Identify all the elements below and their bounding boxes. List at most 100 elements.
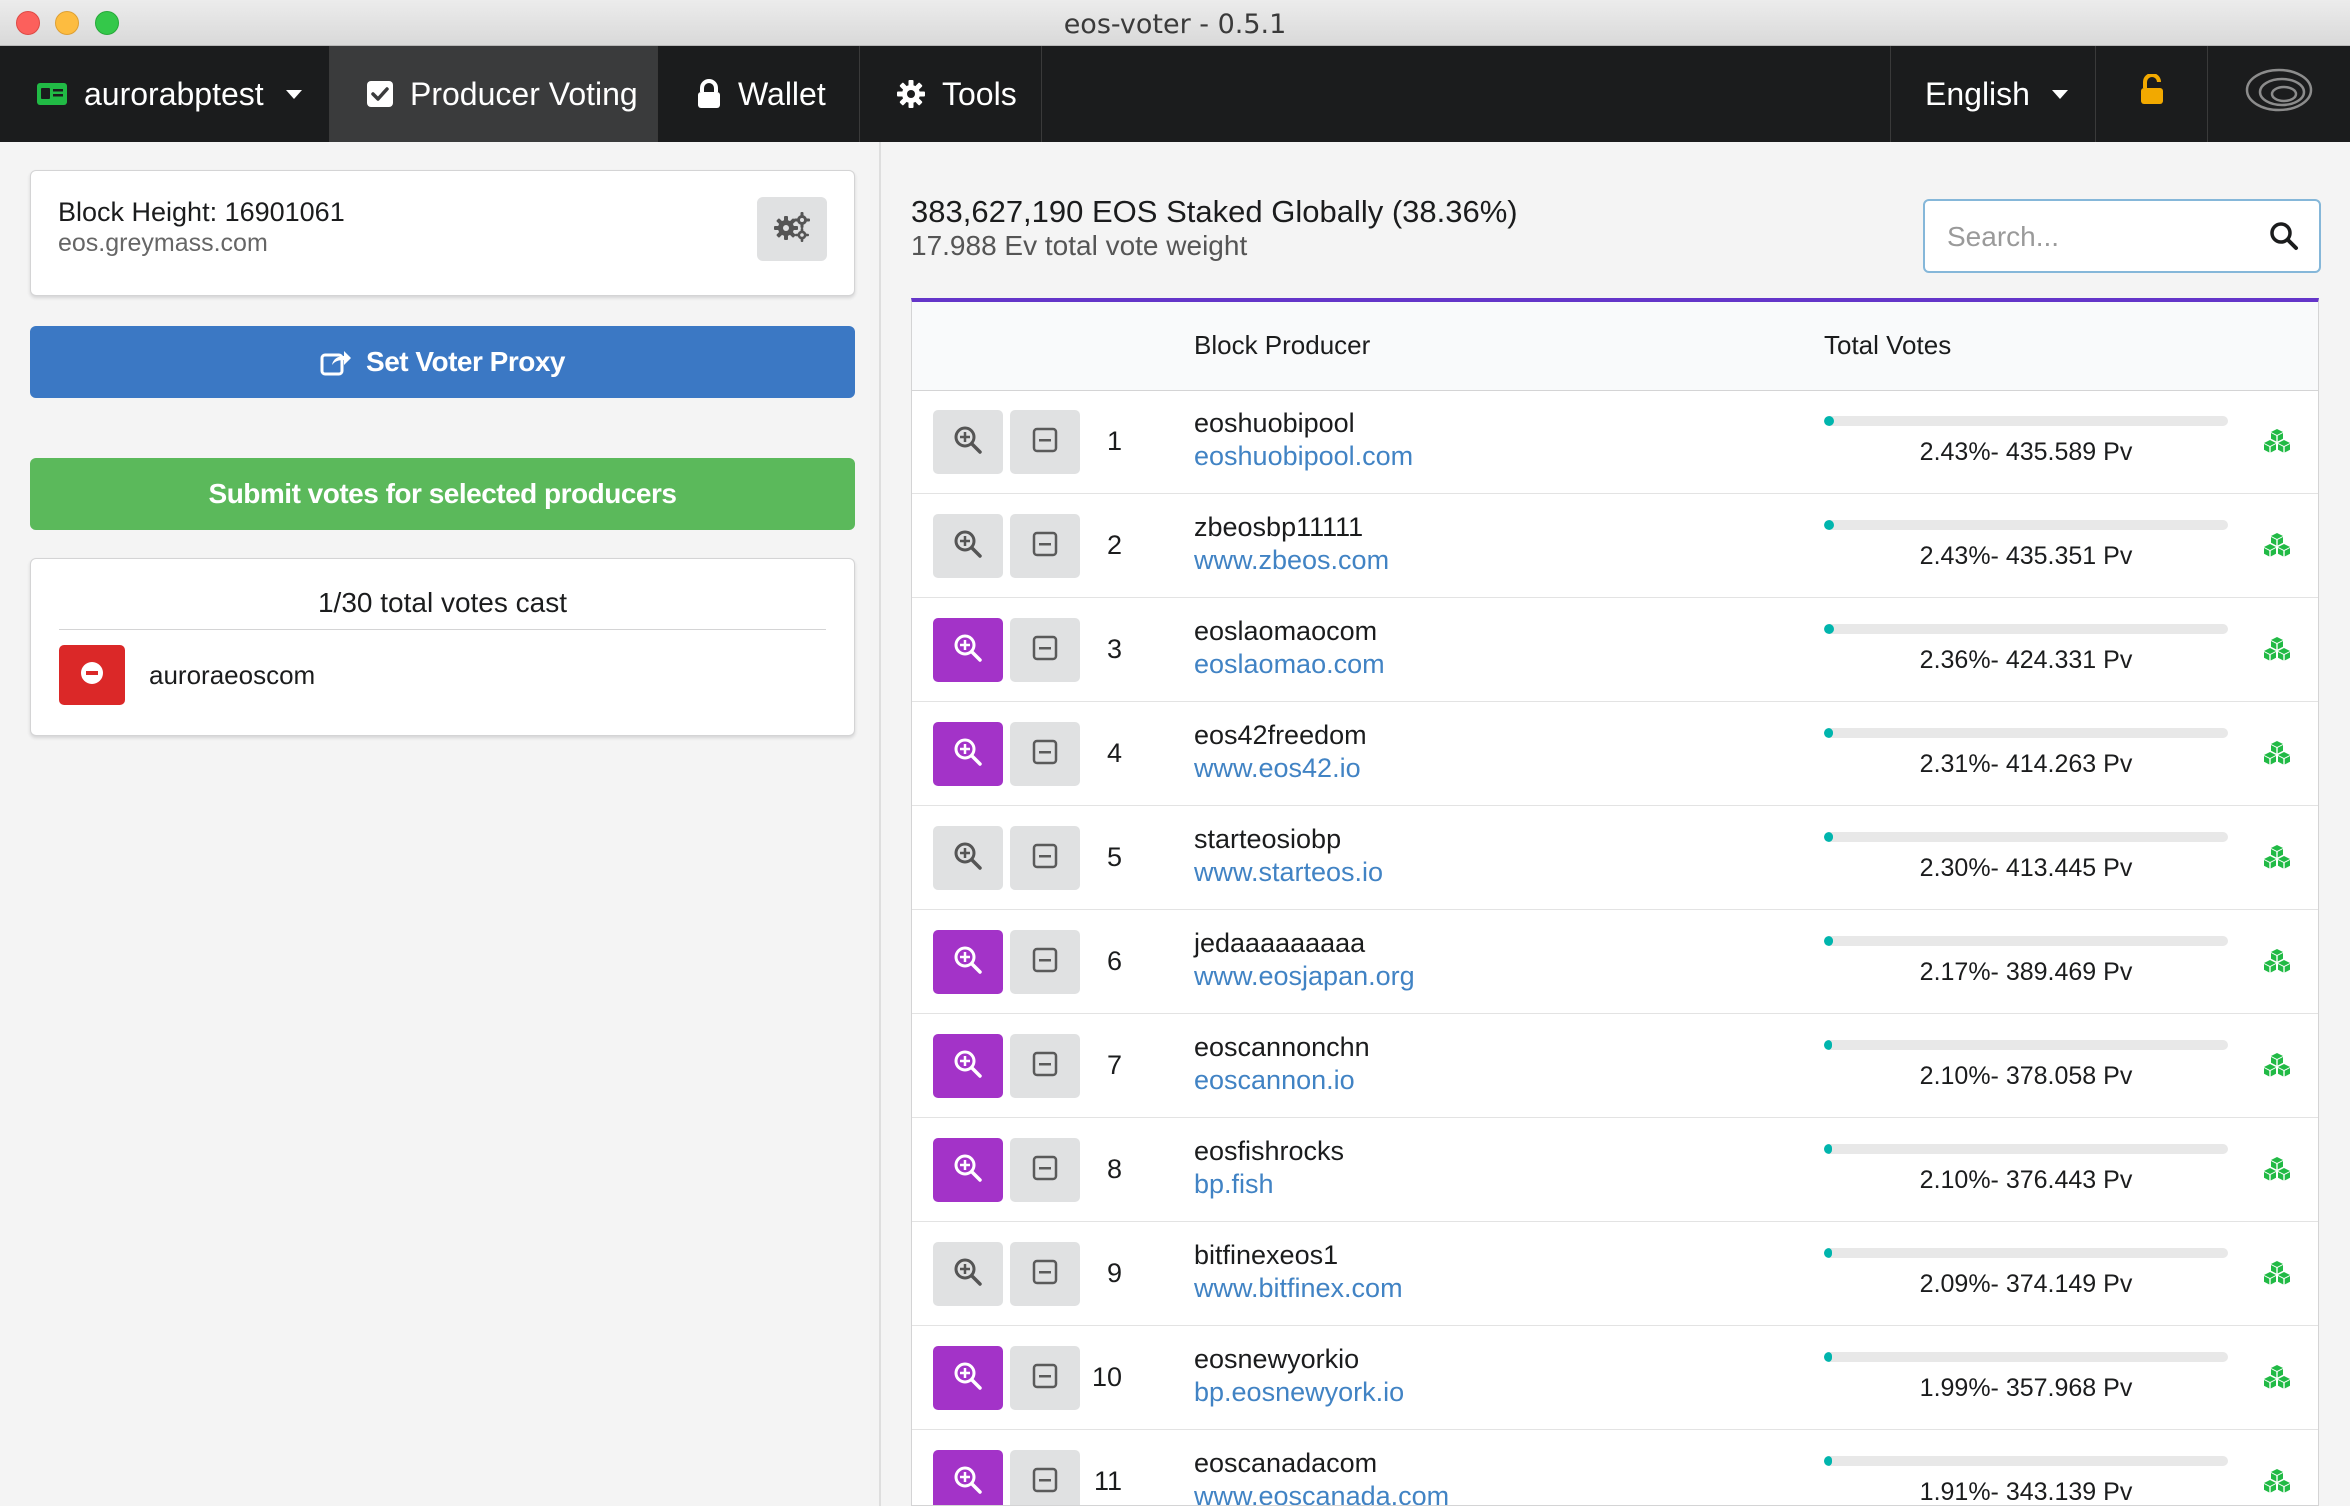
producer-info-button[interactable]	[933, 1242, 1003, 1306]
producer-votes: 1.91%- 343.139 Pv	[1919, 1478, 2133, 1506]
greymass-logo	[2208, 46, 2350, 142]
producer-name: starteosiobp	[1194, 824, 1342, 854]
zoom-in-icon	[953, 1361, 983, 1396]
producer-info-button[interactable]	[933, 618, 1003, 682]
block-height: Block Height: 16901061	[58, 197, 345, 227]
greymass-logo-icon	[2244, 64, 2314, 124]
vote-progress-bar	[1824, 1040, 2228, 1050]
vote-progress-bar	[1824, 624, 2228, 634]
producer-url-link[interactable]: www.eos42.io	[1194, 753, 1361, 784]
producer-url-link[interactable]: eoscannon.io	[1194, 1065, 1355, 1096]
producer-votes: 2.43%- 435.589 Pv	[1919, 438, 2133, 466]
tab-producer-voting[interactable]: Producer Voting	[330, 46, 658, 142]
cubes-icon	[2263, 636, 2291, 667]
producer-info-button[interactable]	[933, 722, 1003, 786]
vote-progress-fill	[1824, 728, 1834, 738]
zoom-in-icon	[953, 737, 983, 772]
producer-rank: 5	[1106, 842, 1122, 872]
vote-progress-bar	[1824, 832, 2228, 842]
zoom-in-icon	[953, 1153, 983, 1188]
set-voter-proxy-label: Set Voter Proxy	[366, 346, 565, 377]
producer-url-link[interactable]: www.eosjapan.org	[1194, 961, 1415, 992]
table-row: 6 jedaaaaaaaaa www.eosjapan.org 2.17%- 3…	[912, 910, 2318, 1014]
producer-name: jedaaaaaaaaa	[1194, 928, 1366, 958]
vote-progress-bar	[1824, 1248, 2228, 1258]
remove-vote-button[interactable]	[59, 645, 125, 705]
submit-votes-button[interactable]: Submit votes for selected producers	[30, 458, 855, 530]
vote-progress-fill	[1824, 1352, 1833, 1362]
vote-progress-fill	[1824, 1248, 1833, 1258]
cubes-icon	[2263, 844, 2291, 875]
producer-votes: 2.10%- 378.058 Pv	[1919, 1062, 2133, 1090]
vote-progress-bar	[1824, 728, 2228, 738]
producer-info-button[interactable]	[933, 826, 1003, 890]
table-row: 2 zbeosbp11111 www.zbeos.com 2.43%- 435.…	[912, 494, 2318, 598]
vote-progress-fill	[1824, 1040, 1833, 1050]
producer-name: eosnewyorkio	[1194, 1344, 1360, 1374]
unlock-wallet-button[interactable]	[2096, 46, 2208, 142]
producer-url-link[interactable]: www.bitfinex.com	[1194, 1273, 1403, 1304]
producer-info-button[interactable]	[933, 410, 1003, 474]
producer-info-button[interactable]	[933, 1034, 1003, 1098]
tab-tools[interactable]: Tools	[860, 46, 1042, 142]
zoom-in-icon	[953, 1257, 983, 1292]
producer-info-button[interactable]	[933, 1138, 1003, 1202]
producer-url-link[interactable]: bp.eosnewyork.io	[1194, 1377, 1404, 1408]
account-dropdown[interactable]: aurorabptest	[0, 46, 330, 142]
vote-progress-fill	[1824, 1456, 1833, 1466]
producer-rank: 11	[1093, 1466, 1122, 1496]
search-field	[1923, 199, 2321, 273]
vote-progress-bar	[1824, 1352, 2228, 1362]
table-header: Block Producer Total Votes	[912, 302, 2318, 391]
search-input[interactable]	[1945, 213, 2249, 261]
producer-votes: 2.09%- 374.149 Pv	[1919, 1270, 2133, 1298]
producer-url-link[interactable]: www.zbeos.com	[1194, 545, 1389, 576]
producer-info-button[interactable]	[933, 1346, 1003, 1410]
language-label: English	[1925, 75, 2030, 112]
top-menu: aurorabptest Producer Voting Wallet Tool…	[0, 46, 2350, 142]
producer-name: bitfinexeos1	[1194, 1240, 1339, 1270]
language-dropdown[interactable]: English	[1890, 46, 2096, 142]
producer-url-link[interactable]: www.starteos.io	[1194, 857, 1383, 888]
vote-progress-bar	[1824, 936, 2228, 946]
zoom-in-icon	[953, 1465, 983, 1500]
node-settings-button[interactable]	[757, 197, 827, 261]
vote-progress-bar	[1824, 416, 2228, 426]
staked-globally: 383,627,190 EOS Staked Globally (38.36%)	[911, 194, 1518, 229]
producer-info-button[interactable]	[933, 514, 1003, 578]
producer-rank: 2	[1106, 530, 1122, 560]
zoom-in-icon	[953, 1049, 983, 1084]
set-voter-proxy-button[interactable]: Set Voter Proxy	[30, 326, 855, 398]
producer-name: zbeosbp11111	[1194, 512, 1364, 542]
producer-votes: 1.99%- 357.968 Pv	[1919, 1374, 2133, 1402]
producer-name: eoscannonchn	[1194, 1032, 1370, 1062]
vote-progress-bar	[1824, 1144, 2228, 1154]
check-square-icon	[366, 80, 394, 108]
producer-url-link[interactable]: eoslaomao.com	[1194, 649, 1385, 680]
selected-producer-item: auroraeoscom	[59, 645, 315, 705]
producer-info-button[interactable]	[933, 1450, 1003, 1505]
producer-rank: 4	[1106, 738, 1122, 768]
zoom-in-icon	[953, 529, 983, 564]
chevron-down-icon	[285, 89, 302, 99]
producer-votes: 2.30%- 413.445 Pv	[1919, 854, 2133, 882]
producer-rank: 6	[1106, 946, 1122, 976]
node-host: eos.greymass.com	[58, 229, 268, 257]
producer-url-link[interactable]: www.eoscanada.com	[1194, 1481, 1449, 1505]
divider	[59, 629, 826, 630]
producer-url-link[interactable]: eoshuobipool.com	[1194, 441, 1413, 472]
producer-info-button[interactable]	[933, 930, 1003, 994]
producers-table: Block Producer Total Votes 1 eoshuobipoo…	[911, 298, 2319, 1506]
producer-name: eos42freedom	[1194, 720, 1367, 750]
producer-rank: 8	[1106, 1154, 1122, 1184]
cubes-icon	[2263, 532, 2291, 563]
cubes-icon	[2263, 1260, 2291, 1291]
zoom-in-icon	[953, 425, 983, 460]
search-icon[interactable]	[2269, 221, 2299, 256]
table-row: 7 eoscannonchn eoscannon.io 2.10%- 378.0…	[912, 1014, 2318, 1118]
table-row: 9 bitfinexeos1 www.bitfinex.com 2.09%- 3…	[912, 1222, 2318, 1326]
node-info-card: Block Height: 16901061 eos.greymass.com	[30, 170, 855, 296]
tab-wallet[interactable]: Wallet	[658, 46, 860, 142]
zoom-in-icon	[953, 841, 983, 876]
producer-url-link[interactable]: bp.fish	[1194, 1169, 1274, 1200]
